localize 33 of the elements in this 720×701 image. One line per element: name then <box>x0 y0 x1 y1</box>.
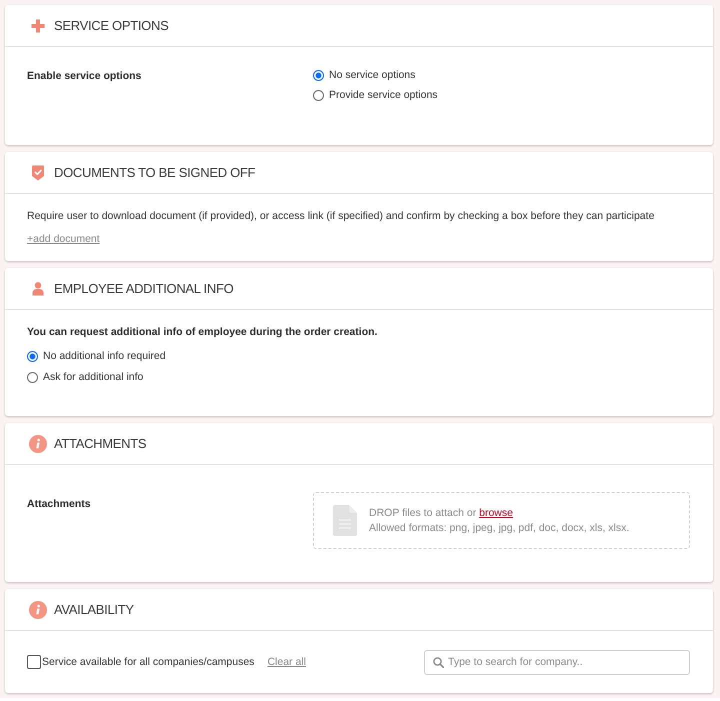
clear-all-link[interactable]: Clear all <box>267 656 306 668</box>
plus-icon <box>31 18 45 32</box>
checkbox-label[interactable]: Service available for all companies/campuses <box>42 656 254 668</box>
drop-zone[interactable]: DROP files to attach or browse Allowed formats: png, jpeg, jpg, pdf, doc, docx, xls, xlsx. <box>313 492 690 549</box>
section-title: AVAILABILITY <box>54 602 134 617</box>
radio-button[interactable] <box>27 351 38 362</box>
info-icon <box>29 600 47 618</box>
radio-label[interactable]: Ask for additional info <box>43 371 144 384</box>
field-label: Attachments <box>27 498 91 510</box>
document-icon <box>333 505 357 536</box>
radio-label[interactable]: No additional info required <box>43 350 166 363</box>
radio-button[interactable] <box>313 90 324 101</box>
section-title: EMPLOYEE ADDITIONAL INFO <box>54 281 234 296</box>
drop-instructions: DROP files to attach or browse <box>369 507 513 519</box>
person-icon <box>32 282 44 296</box>
section-title: ATTACHMENTS <box>54 436 146 451</box>
info-icon <box>29 434 47 452</box>
radio-button[interactable] <box>27 372 38 383</box>
radio-label[interactable]: No service options <box>329 69 416 82</box>
add-document-link[interactable]: +add document <box>27 233 100 245</box>
browse-link[interactable]: browse <box>479 507 513 519</box>
search-icon <box>433 656 444 668</box>
search-field[interactable]: Type to search for company.. <box>424 650 690 674</box>
section-description: Require user to download document (if provided), or access link (if specified) and confirm by checking a box before they can participate <box>27 210 654 222</box>
field-label: Enable service options <box>27 70 142 82</box>
section-description: You can request additional info of employee during the order creation. <box>27 326 378 338</box>
section-title: SERVICE OPTIONS <box>54 18 168 33</box>
section-title: DOCUMENTS TO BE SIGNED OFF <box>54 165 256 180</box>
radio-label[interactable]: Provide service options <box>329 89 438 102</box>
shield-check-icon <box>31 164 45 180</box>
checkbox[interactable] <box>27 655 41 669</box>
radio-button[interactable] <box>313 70 324 81</box>
allowed-formats: Allowed formats: png, jpeg, jpg, pdf, doc, docx, xls, xlsx. <box>369 522 630 534</box>
